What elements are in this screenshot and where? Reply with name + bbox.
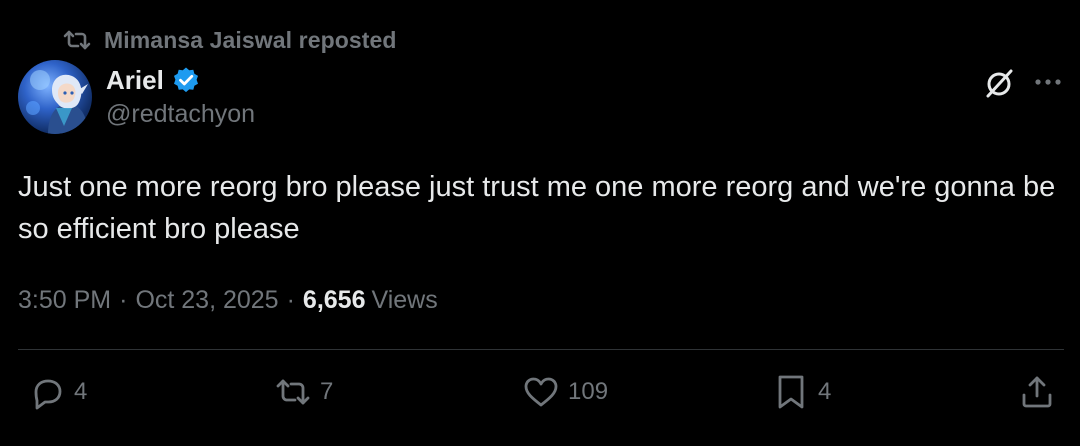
tweet-time[interactable]: 3:50 PM	[18, 286, 111, 315]
retweet-count: 7	[320, 378, 334, 405]
reply-count: 4	[74, 378, 88, 405]
repost-context[interactable]: Mimansa Jaiswal reposted	[62, 24, 397, 56]
tweet-meta: 3:50 PM · Oct 23, 2025 · 6,656 Views	[18, 282, 438, 318]
bookmark-count: 4	[818, 378, 832, 405]
divider	[18, 349, 1064, 350]
more-dots-icon[interactable]	[1032, 72, 1064, 92]
share-button[interactable]	[1018, 372, 1056, 412]
reply-icon	[34, 379, 62, 410]
bookmark-button[interactable]: 4	[772, 372, 831, 412]
like-button[interactable]: 109	[522, 372, 608, 412]
author-name-row[interactable]: Ariel	[106, 62, 200, 98]
share-icon	[1022, 376, 1052, 408]
display-name[interactable]: Ariel	[106, 65, 164, 96]
views-count[interactable]: 6,656	[303, 286, 366, 315]
grok-icon[interactable]	[983, 66, 1017, 100]
author-handle[interactable]: @redtachyon	[106, 100, 255, 129]
retweet-button[interactable]: 7	[274, 372, 333, 412]
avatar[interactable]	[18, 60, 92, 134]
tweet-date[interactable]: Oct 23, 2025	[135, 286, 278, 315]
meta-separator: ·	[119, 285, 128, 314]
reply-button[interactable]: 4	[28, 372, 87, 412]
avatar-image	[26, 70, 88, 134]
bookmark-icon	[778, 375, 804, 409]
repost-label: Mimansa Jaiswal reposted	[104, 26, 397, 53]
like-count: 109	[568, 378, 609, 405]
views-label[interactable]: Views	[371, 286, 437, 315]
repost-icon	[63, 30, 91, 50]
heart-icon	[524, 377, 558, 407]
verified-badge-icon	[173, 67, 198, 93]
meta-separator: ·	[286, 285, 295, 314]
retweet-icon	[276, 379, 310, 405]
tweet-text: Just one more reorg bro please just trus…	[18, 171, 1056, 245]
